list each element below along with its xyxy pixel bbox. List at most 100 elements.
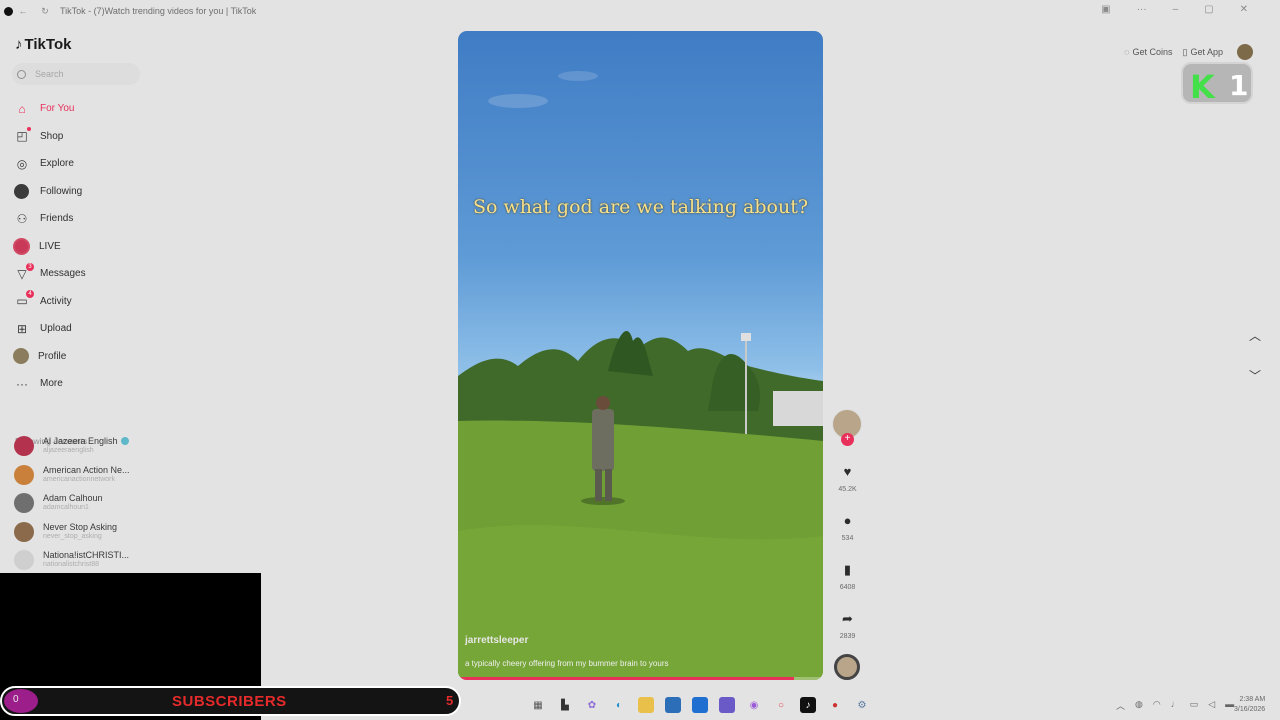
taskview-icon[interactable]: ▦	[530, 697, 546, 713]
maximize-button[interactable]: ▢	[1204, 4, 1213, 15]
battery-icon[interactable]: ▬	[1225, 699, 1234, 712]
folder-icon[interactable]	[638, 697, 654, 713]
video-scene	[458, 71, 823, 680]
account-item[interactable]: American Action Ne... americanactionnetwo…	[14, 461, 154, 490]
account-handle: nationalistchrist88	[43, 561, 100, 569]
minimize-button[interactable]: –	[1173, 4, 1179, 15]
tiktok-logo[interactable]: ♪ TikTok	[15, 36, 71, 53]
search-placeholder: Search	[35, 69, 64, 79]
window-title-bar: ← ↻ TikTok - (7)Watch trending videos fo…	[0, 0, 1280, 22]
account-name: Al Jazeera English	[43, 436, 118, 447]
chevron-up-icon[interactable]: ︿	[1116, 699, 1125, 712]
share-arrow-icon: ➦	[842, 611, 853, 626]
coin-icon: ◌	[1124, 47, 1130, 57]
nav-item-profile[interactable]: Profile	[13, 343, 86, 371]
store-icon[interactable]	[665, 697, 681, 713]
microphone-icon[interactable]: ♩	[1171, 699, 1180, 712]
following-accounts-list: Al Jazeera English aljazeeraenglish Ameri…	[14, 432, 154, 575]
search-input[interactable]: Search	[12, 63, 140, 85]
display-icon[interactable]: ▭	[1190, 699, 1199, 712]
subscribers-logo-icon: 0	[4, 689, 38, 713]
tiktok-app-icon	[4, 6, 13, 16]
copilot-icon[interactable]: ✿	[584, 697, 600, 713]
save-count: 6408	[839, 584, 856, 591]
get-app-button[interactable]: ▯ Get App	[1183, 47, 1223, 58]
refresh-icon[interactable]: ↻	[40, 6, 50, 16]
nav-item-explore[interactable]: ◎ Explore	[13, 150, 86, 178]
previous-video-chevron-up-icon[interactable]: ︿	[1246, 327, 1264, 345]
taskbar-apps: ▦ ▙ ✿ ◐ ◉ ○ ♪ ● ⚙	[530, 697, 870, 713]
like-action[interactable]: ♥ 45.2K	[832, 464, 863, 493]
video-caption: So what god are we talking about?	[472, 196, 809, 218]
music-disc-icon[interactable]	[834, 654, 860, 680]
nav-item-upload[interactable]: ⊞ Upload	[13, 315, 86, 343]
nav-item-shop[interactable]: ◰ Shop	[13, 123, 86, 151]
share-count: 2839	[839, 633, 856, 640]
subscribers-logo-text: 0	[13, 694, 19, 705]
home-icon: ⌂	[18, 101, 26, 116]
tiktok-taskbar-icon[interactable]: ♪	[800, 697, 816, 713]
compass-icon: ◎	[16, 156, 28, 171]
get-coins-button[interactable]: ◌ Get Coins	[1124, 47, 1172, 57]
close-button[interactable]: ✕	[1240, 4, 1248, 15]
menu-dots-icon[interactable]: ···	[1137, 4, 1147, 15]
nav-item-friends[interactable]: ⚇ Friends	[13, 205, 86, 233]
clock-date: 3/16/2026	[1234, 706, 1266, 713]
account-item[interactable]: Nationa!istCHRISTI... nationalistchrist88	[14, 546, 154, 575]
shopping-bag-icon: ◰	[13, 127, 31, 145]
subscribers-label: SUBSCRIBERS	[172, 693, 287, 710]
video-progress-bar[interactable]	[458, 677, 823, 680]
nav-label: Upload	[40, 323, 72, 335]
nav-label: Profile	[38, 350, 67, 362]
get-coins-label: Get Coins	[1132, 47, 1173, 57]
next-video-chevron-down-icon[interactable]: ﹀	[1246, 367, 1264, 385]
main-nav: ⌂ For You ◰ Shop ◎ Explore Following ⚇ F…	[13, 95, 86, 398]
tiktok-note-icon: ♪	[15, 36, 23, 53]
like-count: 45.2K	[838, 486, 857, 493]
search-icon	[17, 69, 26, 79]
account-item[interactable]: Adam Calhoun adamcalhoun1	[14, 489, 154, 518]
heart-icon: ♥	[843, 464, 852, 479]
bookmark-icon: ▮	[843, 562, 852, 577]
k1-letter: K	[1190, 68, 1215, 106]
account-item[interactable]: Never Stop Asking never_stop_asking	[14, 518, 154, 547]
settings-icon[interactable]: ⚙	[854, 697, 870, 713]
back-icon[interactable]: ←	[18, 6, 28, 16]
messenger-icon[interactable]: ◉	[746, 697, 762, 713]
comment-count: 534	[841, 535, 854, 542]
following-avatar-icon	[14, 183, 29, 199]
edge-icon[interactable]: ◐	[611, 697, 627, 713]
nav-label: Activity	[40, 295, 72, 307]
outlook-icon[interactable]	[692, 697, 708, 713]
taskbar-clock[interactable]: 2:38 AM 3/16/2026	[1234, 695, 1265, 715]
nav-label: Friends	[40, 213, 74, 225]
comment-icon: ●	[843, 513, 852, 528]
nav-item-live[interactable]: LIVE	[13, 233, 86, 261]
share-action[interactable]: ➦ 2839	[832, 611, 863, 640]
nav-item-more[interactable]: ··· More	[13, 370, 86, 398]
verified-icon	[120, 437, 129, 446]
nav-item-for-you[interactable]: ⌂ For You	[13, 95, 86, 123]
follow-plus-icon[interactable]: +	[841, 433, 854, 446]
comment-action[interactable]: ● 534	[832, 513, 863, 542]
ellipsis-icon: ···	[16, 376, 28, 391]
account-avatar	[14, 521, 34, 542]
teams-icon[interactable]	[719, 697, 735, 713]
account-item[interactable]: Al Jazeera English aljazeeraenglish	[14, 432, 154, 461]
opera-icon[interactable]: ○	[773, 697, 789, 713]
save-action[interactable]: ▮ 6408	[832, 562, 863, 591]
nav-label: Explore	[40, 158, 74, 170]
app-icon[interactable]: ●	[827, 697, 843, 713]
user-avatar[interactable]	[1237, 44, 1253, 60]
wifi-icon[interactable]: ◠	[1153, 699, 1161, 712]
video-author[interactable]: jarrettsleeper	[465, 635, 528, 646]
nav-item-following[interactable]: Following	[13, 178, 86, 206]
network-icon[interactable]: ◍	[1135, 699, 1143, 712]
video-player[interactable]: So what god are we talking about? jarret…	[458, 31, 823, 680]
nav-item-messages[interactable]: ▽ 3 Messages	[13, 260, 86, 288]
cast-icon[interactable]: ▣	[1101, 4, 1110, 15]
nav-label: For You	[40, 103, 75, 115]
nav-item-activity[interactable]: ▭ 4 Activity	[13, 288, 86, 316]
volume-icon[interactable]: ◁	[1208, 699, 1215, 712]
terminal-icon[interactable]: ▙	[557, 697, 573, 713]
